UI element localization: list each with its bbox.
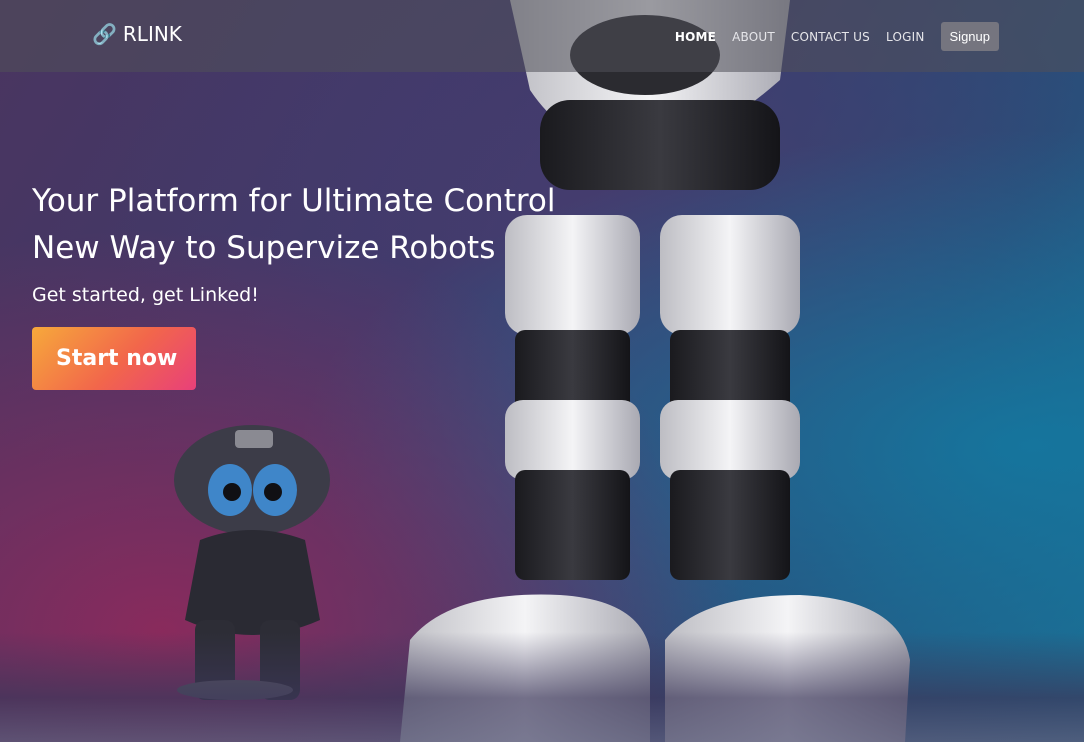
headline-line-2: New Way to Supervize Robots [32, 230, 496, 266]
headline-line-1: Your Platform for Ultimate Control [32, 183, 556, 219]
start-now-button[interactable]: Start now [32, 327, 196, 390]
brand-name: RLINK [122, 22, 182, 46]
link-icon: 🔗 [92, 22, 117, 46]
nav-menu: HOME ABOUT CONTACT US LOGIN Signup [659, 22, 999, 51]
nav-contact-us[interactable]: CONTACT US [791, 30, 870, 44]
brand-logo[interactable]: 🔗 RLINK [92, 22, 182, 46]
hero-headline: Your Platform for Ultimate Control New W… [32, 178, 556, 272]
nav-login[interactable]: LOGIN [886, 30, 925, 44]
signup-button[interactable]: Signup [940, 22, 999, 51]
nav-home[interactable]: HOME [675, 30, 716, 44]
top-navbar: 🔗 RLINK HOME ABOUT CONTACT US LOGIN Sign… [0, 0, 1084, 72]
nav-about[interactable]: ABOUT [732, 30, 775, 44]
floor-reflection [0, 632, 1084, 742]
hero-subtitle: Get started, get Linked! [32, 284, 259, 306]
